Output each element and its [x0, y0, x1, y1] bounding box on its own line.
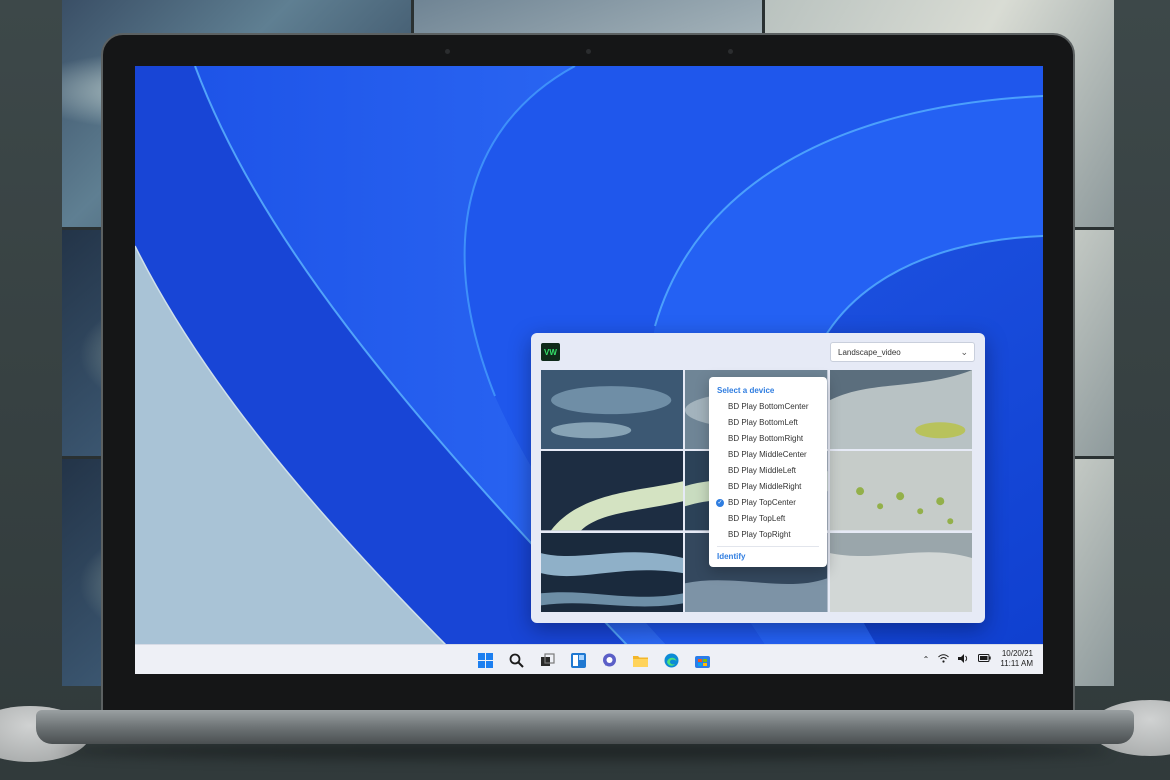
- laptop-shadow: [60, 742, 1110, 760]
- device-option[interactable]: BD Play MiddleCenter: [709, 447, 827, 463]
- battery-icon[interactable]: [978, 654, 992, 664]
- device-dropdown: Select a device BD Play BottomCenter BD …: [709, 377, 827, 567]
- device-option-selected[interactable]: ✓ BD Play TopCenter: [709, 495, 827, 511]
- taskbar: ⌃ 10/20/21 11:11 AM: [135, 644, 1043, 674]
- content-select[interactable]: Landscape_video ⌄: [830, 342, 975, 362]
- grid-cell-bottom-left[interactable]: [541, 532, 684, 612]
- edge-browser-icon[interactable]: [661, 650, 681, 670]
- device-option[interactable]: BD Play TopLeft: [709, 511, 827, 527]
- identify-button[interactable]: Identify: [709, 550, 827, 564]
- scene: VW Landscape_video ⌄ Select a device BD …: [0, 0, 1170, 780]
- app-logo: VW: [541, 343, 560, 361]
- clock-time: 11:11 AM: [1000, 659, 1033, 668]
- store-icon[interactable]: [692, 650, 712, 670]
- camera-icon: [728, 49, 733, 54]
- device-option-label: BD Play MiddleLeft: [728, 466, 797, 475]
- device-option-label: BD Play BottomLeft: [728, 418, 798, 427]
- grid-cell-middle-right[interactable]: [829, 451, 972, 531]
- chevron-down-icon: ⌄: [960, 347, 968, 357]
- camera-icon: [445, 49, 450, 54]
- volume-icon[interactable]: [958, 653, 969, 665]
- device-option[interactable]: BD Play BottomLeft: [709, 415, 827, 431]
- taskbar-icons: [475, 650, 712, 670]
- device-option[interactable]: BD Play TopRight: [709, 527, 827, 543]
- task-view-icon[interactable]: [537, 650, 557, 670]
- camera-icon: [586, 49, 591, 54]
- device-option-label: BD Play MiddleRight: [728, 482, 802, 491]
- content-select-value: Landscape_video: [838, 347, 901, 357]
- device-option-label: BD Play MiddleCenter: [728, 450, 807, 459]
- device-option-label: BD Play BottomRight: [728, 434, 804, 443]
- chevron-up-icon[interactable]: ⌃: [923, 655, 930, 664]
- device-option[interactable]: BD Play MiddleRight: [709, 479, 827, 495]
- grid-cell-middle-left[interactable]: [541, 451, 684, 531]
- desktop-screen: VW Landscape_video ⌄ Select a device BD …: [135, 66, 1043, 674]
- device-option-label: BD Play TopCenter: [728, 498, 796, 507]
- dropdown-divider: [717, 546, 819, 547]
- grid-cell-top-right[interactable]: [829, 370, 972, 450]
- device-option[interactable]: BD Play BottomCenter: [709, 399, 827, 415]
- windows-start-icon[interactable]: [475, 650, 495, 670]
- clock-date: 10/20/21: [1001, 649, 1033, 658]
- check-icon: ✓: [716, 499, 724, 507]
- wifi-icon[interactable]: [938, 653, 950, 665]
- widgets-icon[interactable]: [568, 650, 588, 670]
- device-option-label: BD Play TopLeft: [728, 514, 786, 523]
- device-option-label: BD Play TopRight: [728, 530, 791, 539]
- file-explorer-icon[interactable]: [630, 650, 650, 670]
- laptop-lid: VW Landscape_video ⌄ Select a device BD …: [101, 33, 1075, 715]
- search-icon[interactable]: [506, 650, 526, 670]
- device-dropdown-title: Select a device: [717, 386, 775, 395]
- system-tray: ⌃ 10/20/21 11:11 AM: [923, 649, 1033, 669]
- grid-cell-bottom-right[interactable]: [829, 532, 972, 612]
- laptop-base: [36, 710, 1134, 744]
- grid-cell-top-left[interactable]: [541, 370, 684, 450]
- taskbar-clock[interactable]: 10/20/21 11:11 AM: [1000, 649, 1033, 669]
- device-option[interactable]: BD Play BottomRight: [709, 431, 827, 447]
- device-option[interactable]: BD Play MiddleLeft: [709, 463, 827, 479]
- chat-icon[interactable]: [599, 650, 619, 670]
- device-option-label: BD Play BottomCenter: [728, 402, 809, 411]
- app-window: VW Landscape_video ⌄ Select a device BD …: [531, 333, 985, 623]
